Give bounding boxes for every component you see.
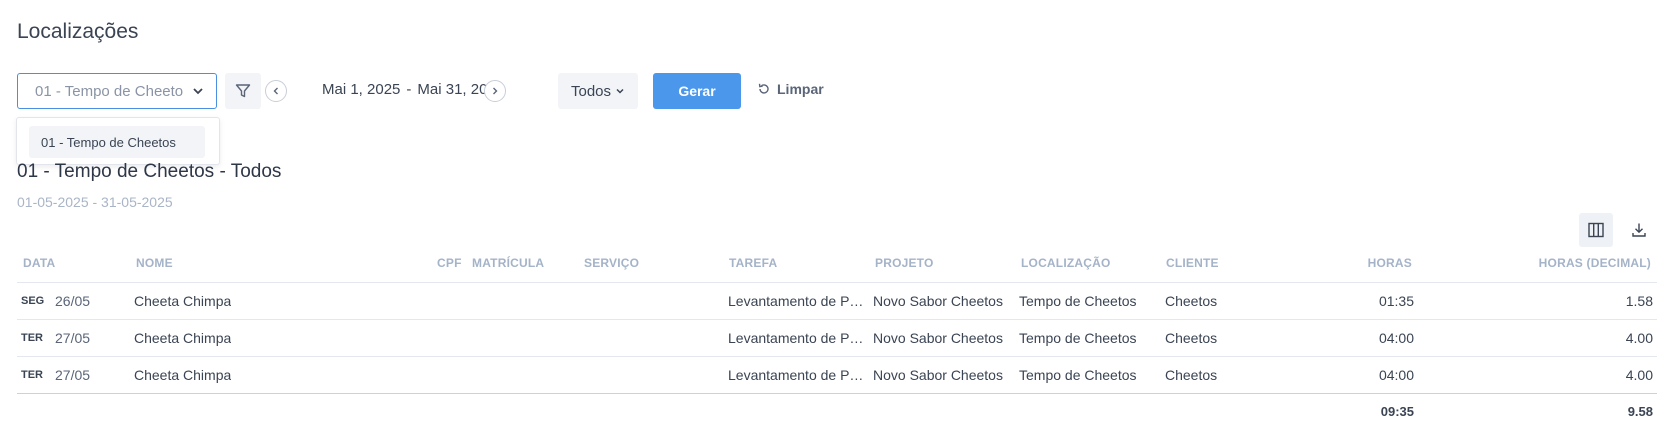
gerar-button[interactable]: Gerar: [653, 73, 741, 109]
location-select[interactable]: 01 - Tempo de Cheeto: [17, 73, 217, 109]
column-header-horas-decimal[interactable]: HORAS (DECIMAL): [1539, 256, 1651, 270]
projeto-cell: Novo Sabor Cheetos: [873, 293, 1003, 309]
column-header-servico[interactable]: SERVIÇO: [584, 256, 639, 270]
dropdown-option[interactable]: 01 - Tempo de Cheetos: [29, 126, 205, 158]
cliente-cell: Cheetos: [1165, 293, 1218, 309]
horas-cell: 04:00: [1378, 330, 1414, 346]
column-header-data[interactable]: DATA: [23, 256, 55, 270]
localizacao-cell: Tempo de Cheetos: [1019, 367, 1137, 383]
todos-dropdown[interactable]: Todos: [558, 73, 638, 109]
filter-icon: [235, 84, 251, 98]
total-horas-decimal: 9.58: [1627, 404, 1653, 419]
column-header-localizacao[interactable]: LOCALIZAÇÃO: [1021, 256, 1111, 270]
horas-decimal-cell: 1.58: [1625, 293, 1653, 309]
horas-decimal-cell: 4.00: [1625, 330, 1653, 346]
toolbar: 01 - Tempo de Cheeto Mai 1, 2025- Mai 31,…: [17, 73, 1657, 109]
tarefa-cell: Levantamento de Po…: [728, 293, 868, 309]
localizacao-cell: Tempo de Cheetos: [1019, 293, 1137, 309]
column-header-nome[interactable]: NOME: [136, 256, 173, 270]
table-row[interactable]: TER 27/05 Cheeta Chimpa Levantamento de …: [17, 320, 1657, 357]
next-period-button[interactable]: [484, 80, 506, 102]
table-row[interactable]: SEG 26/05 Cheeta Chimpa Levantamento de …: [17, 283, 1657, 320]
limpar-label: Limpar: [777, 81, 824, 97]
location-dropdown-panel: 01 - Tempo de Cheetos: [16, 117, 220, 165]
chevron-left-icon: [273, 87, 278, 95]
date-cell: 27/05: [55, 367, 91, 383]
report-table: DATA NOME CPF MATRÍCULA SERVIÇO TAREFA P…: [17, 250, 1657, 428]
date-separator: -: [406, 81, 412, 98]
column-header-cliente[interactable]: CLIENTE: [1166, 256, 1219, 270]
localizacao-cell: Tempo de Cheetos: [1019, 330, 1137, 346]
location-select-value: 01 - Tempo de Cheeto: [35, 82, 184, 100]
columns-icon: [1588, 222, 1604, 238]
total-horas: 09:35: [1380, 404, 1414, 419]
table-row[interactable]: TER 27/05 Cheeta Chimpa Levantamento de …: [17, 357, 1657, 394]
projeto-cell: Novo Sabor Cheetos: [873, 330, 1003, 346]
tarefa-cell: Levantamento de Po…: [728, 367, 868, 383]
report-title: 01 - Tempo de Cheetos - Todos: [17, 161, 282, 182]
horas-decimal-cell: 4.00: [1625, 367, 1653, 383]
columns-button[interactable]: [1579, 213, 1613, 247]
column-header-projeto[interactable]: PROJETO: [875, 256, 934, 270]
nome-cell: Cheeta Chimpa: [134, 293, 232, 309]
projeto-cell: Novo Sabor Cheetos: [873, 367, 1003, 383]
page-title: Localizações: [17, 20, 139, 43]
weekday: TER: [21, 332, 43, 344]
column-header-cpf[interactable]: CPF: [437, 256, 462, 270]
date-cell: 26/05: [55, 293, 91, 309]
report-date-range: 01-05-2025 - 31-05-2025: [17, 194, 173, 210]
horas-cell: 04:00: [1378, 367, 1414, 383]
prev-period-button[interactable]: [265, 80, 287, 102]
download-icon: [1632, 223, 1646, 237]
filter-button[interactable]: [225, 73, 261, 109]
chevron-right-icon: [493, 87, 498, 95]
column-header-tarefa[interactable]: TAREFA: [729, 256, 777, 270]
weekday: TER: [21, 369, 43, 381]
date-cell: 27/05: [55, 330, 91, 346]
cliente-cell: Cheetos: [1165, 330, 1218, 346]
download-button[interactable]: [1622, 213, 1656, 247]
reset-icon: [758, 83, 769, 94]
weekday: SEG: [21, 295, 45, 307]
chevron-down-icon: [193, 88, 203, 95]
nome-cell: Cheeta Chimpa: [134, 367, 232, 383]
column-header-horas[interactable]: HORAS: [1368, 256, 1412, 270]
totals-row: 09:35 9.58: [17, 394, 1657, 428]
column-header-matricula[interactable]: MATRÍCULA: [472, 256, 544, 270]
table-header: DATA NOME CPF MATRÍCULA SERVIÇO TAREFA P…: [17, 250, 1657, 283]
cliente-cell: Cheetos: [1165, 367, 1218, 383]
horas-cell: 01:35: [1378, 293, 1414, 309]
tarefa-cell: Levantamento de Po…: [728, 330, 868, 346]
date-start: Mai 1, 2025: [322, 81, 401, 98]
date-range[interactable]: Mai 1, 2025- Mai 31, 2025: [322, 81, 504, 98]
chevron-down-icon: [616, 88, 624, 94]
todos-label: Todos: [570, 82, 612, 100]
limpar-button[interactable]: Limpar: [757, 81, 824, 97]
nome-cell: Cheeta Chimpa: [134, 330, 232, 346]
